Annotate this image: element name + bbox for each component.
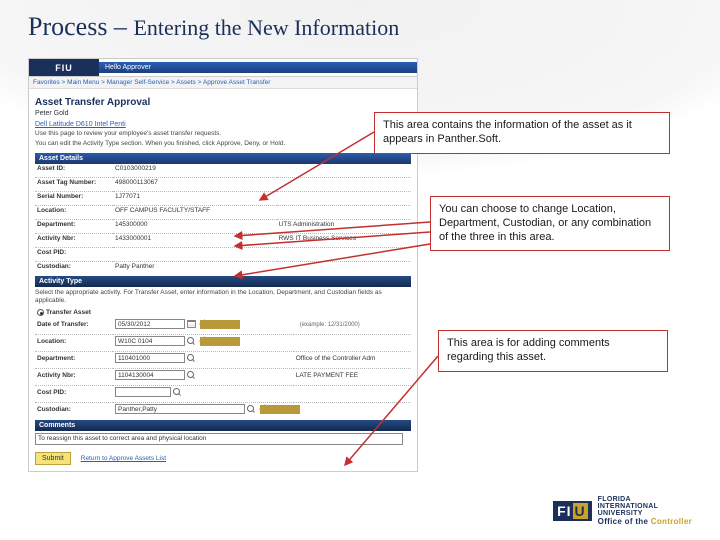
fiu-mark: FIU [553,501,592,521]
breadcrumb: Favorites > Main Menu > Manager Self-Ser… [29,77,417,89]
hello-bar: Hello Approver [99,62,417,73]
lbl-loc: Location: [35,205,113,216]
lbl-cust: Custodian: [35,261,113,272]
input-custodian[interactable]: Panther,Patty [115,404,245,414]
highlight-arrow-icon [260,405,300,414]
brand-bar: FIU Hello Approver [29,59,417,77]
callout-comments: This area is for adding comments regardi… [438,330,668,372]
lbl-loc2: Location: [35,334,113,348]
search-icon[interactable] [187,354,196,363]
crumb-assets[interactable]: Assets [176,79,196,86]
callout-change-fields: You can choose to change Location, Depar… [430,196,670,251]
lbl-act: Activity Nbr: [35,233,113,244]
fiu-text: FIU [55,63,73,73]
page-title: Asset Transfer Approval [35,97,411,108]
callout-asset-info: This area contains the information of th… [374,112,670,154]
val-loc: OFF CAMPUS FACULTY/STAFF [113,205,277,216]
val-act2-desc: LATE PAYMENT FEE [294,368,411,382]
title-part-a: Process – [28,12,133,41]
section-comments: Comments [35,420,411,431]
search-icon[interactable] [173,388,182,397]
radio-transfer-asset[interactable] [37,309,44,316]
input-date[interactable]: 05/30/2012 [115,319,185,329]
lbl-serial: Serial Number: [35,191,113,202]
uni-line1: FLORIDA [598,496,692,503]
input-cost-pid[interactable] [115,387,171,397]
lbl-tag: Asset Tag Number: [35,177,113,188]
section-activity-type: Activity Type [35,276,411,287]
title-part-b: Entering the New Information [133,15,399,40]
val-dept2-desc: Office of the Controller Adm [294,351,411,365]
crumb-approve-asset-transfer[interactable]: Approve Asset Transfer [203,79,271,86]
footer-fiu-logo: FIU FLORIDA INTERNATIONAL UNIVERSITY Off… [553,496,692,526]
uni-line3: UNIVERSITY [598,510,692,517]
lbl-dept2: Department: [35,351,113,365]
val-cust: Patty Panther [113,261,277,272]
submit-button[interactable]: Submit [35,452,71,465]
office-line: Office of the Controller [598,517,692,526]
lbl-cpid2: Cost PID: [35,385,113,399]
section-asset-details: Asset Details [35,153,411,164]
val-tag: 498000113067 [113,177,277,188]
lbl-cpid: Cost PID: [35,247,113,258]
val-dept-desc: UTS Administration [277,219,411,230]
asset-details-table: Asset ID:C0103000219 Asset Tag Number:49… [35,164,411,272]
intro-2: You can edit the Activity Type section. … [35,140,411,148]
activity-table: Transfer Asset Date of Transfer: 05/30/2… [35,308,411,416]
highlight-arrow-icon [200,320,240,329]
val-act: 1433000001 [113,233,277,244]
val-act-desc: RWS IT Business Services [277,233,411,244]
intro-1: Use this page to review your employee's … [35,130,411,138]
page-content: Asset Transfer Approval Peter Gold Dell … [29,89,417,471]
highlight-arrow-icon [200,337,240,346]
val-asset-id: C0103000219 [113,164,277,174]
slide-title: Process – Entering the New Information [28,12,399,42]
search-icon[interactable] [187,371,196,380]
val-cpid [113,247,277,258]
val-dept: 145300000 [113,219,277,230]
activity-intro: Select the appropriate activity. For Tra… [35,289,411,306]
crumb-main-menu[interactable]: Main Menu [67,79,99,86]
lbl-asset-id: Asset ID: [35,164,113,174]
lbl-cust2: Custodian: [35,402,113,416]
crumb-favorites[interactable]: Favorites [33,79,60,86]
input-comments[interactable]: To reassign this asset to correct area a… [35,433,403,445]
return-link[interactable]: Return to Approve Assets List [81,455,166,462]
asset-link[interactable]: Dell Latitude D610 Intel Penti [35,121,126,128]
lbl-date: Date of Transfer: [35,318,113,331]
crumb-manager-self-service[interactable]: Manager Self-Service [107,79,170,86]
radio-label: Transfer Asset [46,309,91,316]
lbl-act2: Activity Nbr: [35,368,113,382]
lbl-dept: Department: [35,219,113,230]
input-location[interactable]: W10C 0104 [115,336,185,346]
uni-line2: INTERNATIONAL [598,503,692,510]
panthersoft-screenshot: FIU Hello Approver Favorites > Main Menu… [28,58,418,472]
val-serial: 1J77071 [113,191,277,202]
fiu-logo: FIU [29,59,99,76]
input-department[interactable]: 110401000 [115,353,185,363]
input-activity[interactable]: 1104130004 [115,370,185,380]
employee-name: Peter Gold [35,110,411,117]
example-date: (example: 12/31/2000) [300,322,360,328]
